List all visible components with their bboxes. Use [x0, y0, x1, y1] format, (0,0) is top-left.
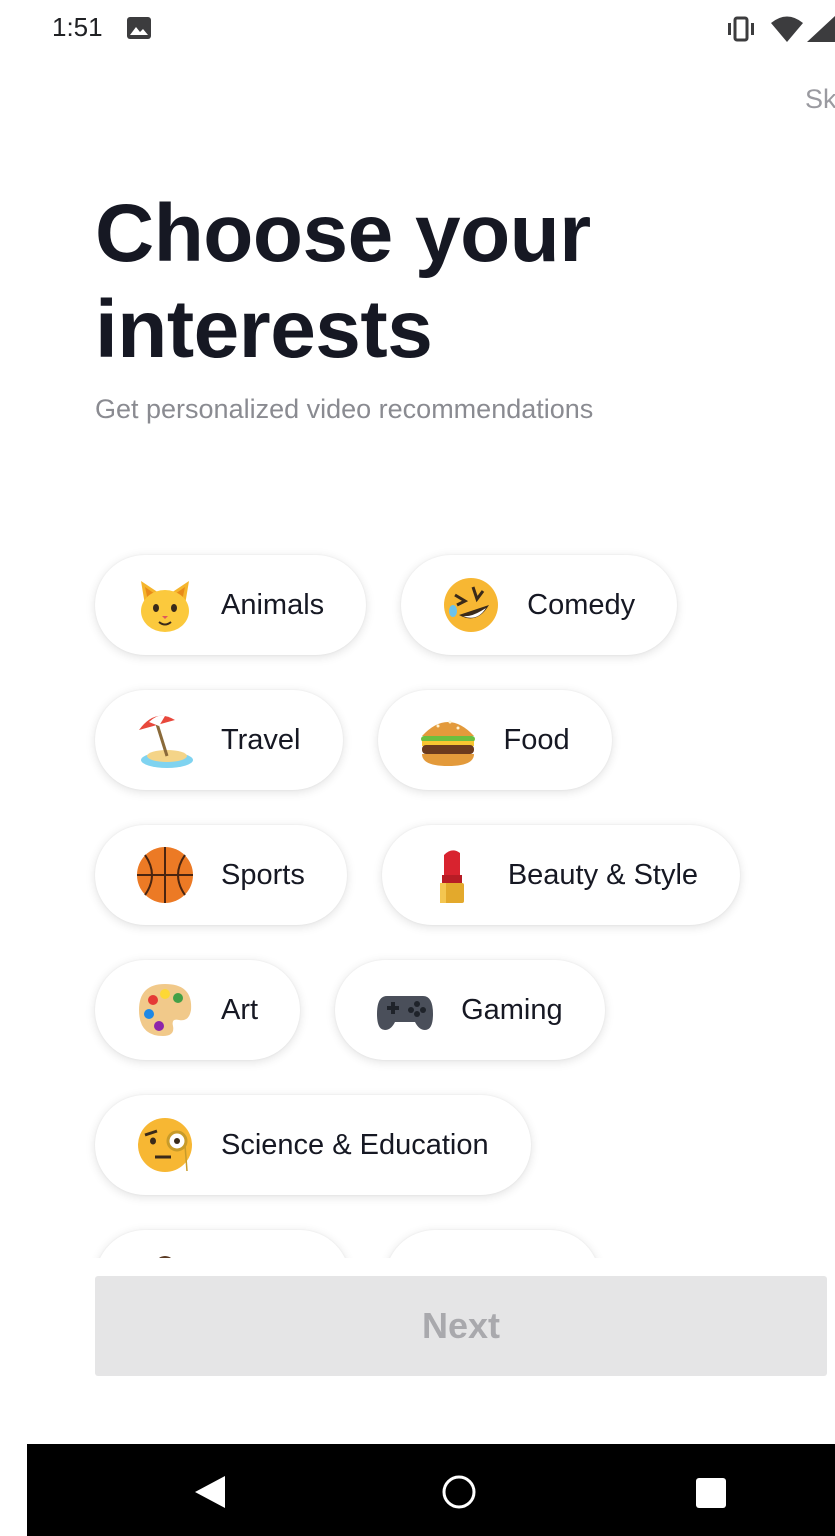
interest-chip-comedy[interactable]: Comedy — [401, 555, 678, 655]
recents-icon[interactable] — [695, 1477, 727, 1509]
interest-chip-science-education[interactable]: Science & Education — [95, 1095, 531, 1195]
home-icon[interactable] — [441, 1474, 477, 1510]
next-button[interactable]: Next — [95, 1276, 827, 1376]
wifi-icon — [771, 16, 803, 42]
page-subtitle: Get personalized video recommendations — [95, 394, 594, 424]
interest-chip-gaming[interactable]: Gaming — [335, 960, 605, 1060]
interest-chip-label: Sports — [221, 858, 305, 891]
interest-chip-label: Food — [503, 723, 570, 756]
rolling-laughing-face-icon — [444, 578, 499, 632]
lipstick-icon — [439, 850, 464, 903]
cat-face-icon — [141, 581, 189, 632]
status-time: 1:51 — [52, 12, 103, 42]
signal-icon — [807, 16, 835, 42]
interest-chip-beauty-style[interactable]: Beauty & Style — [381, 825, 741, 925]
back-icon[interactable] — [193, 1474, 227, 1510]
hamburger-icon — [420, 720, 475, 766]
interest-chip-label: Travel — [221, 723, 301, 756]
interest-chip-grid: Animals Comedy Travel Food Sports Beauty… — [95, 555, 795, 1258]
interest-chip-sports[interactable]: Sports — [95, 825, 347, 925]
interest-chip-animals[interactable]: Animals — [95, 555, 367, 655]
game-controller-icon — [377, 996, 434, 1030]
interest-chip-art[interactable]: Art — [95, 960, 301, 1060]
interest-chip-label: Gaming — [461, 993, 563, 1026]
interest-chip-travel[interactable]: Travel — [95, 690, 343, 790]
beach-umbrella-icon — [139, 715, 193, 768]
status-bar: 1:51 — [0, 0, 835, 60]
red-icon — [425, 1250, 485, 1258]
interest-chip-partial[interactable] — [95, 1230, 350, 1258]
basketball-icon — [137, 847, 193, 903]
artist-palette-icon — [139, 984, 192, 1036]
interest-chip-label: Science & Education — [221, 1128, 489, 1161]
interests-screen: 1:51 Skip Choose your interests Get pers… — [0, 0, 835, 1536]
person-icon — [159, 1256, 171, 1258]
monocle-face-icon — [138, 1118, 192, 1172]
page-title: Choose your interests — [95, 188, 591, 375]
interest-chip-label: Animals — [221, 588, 325, 621]
interest-chip-label: Art — [221, 993, 259, 1026]
interest-chip-partial[interactable] — [385, 1230, 600, 1258]
interest-chip-food[interactable]: Food — [377, 690, 612, 790]
skip-button[interactable]: Skip — [805, 84, 835, 115]
image-icon — [127, 17, 151, 39]
interest-chip-label: Comedy — [527, 588, 636, 621]
system-nav-bar — [27, 1444, 835, 1536]
interests-list[interactable]: Animals Comedy Travel Food Sports Beauty… — [0, 540, 835, 1258]
status-icons — [725, 14, 835, 44]
interest-chip-label: Beauty & Style — [507, 858, 699, 891]
vibrate-icon — [728, 16, 754, 42]
